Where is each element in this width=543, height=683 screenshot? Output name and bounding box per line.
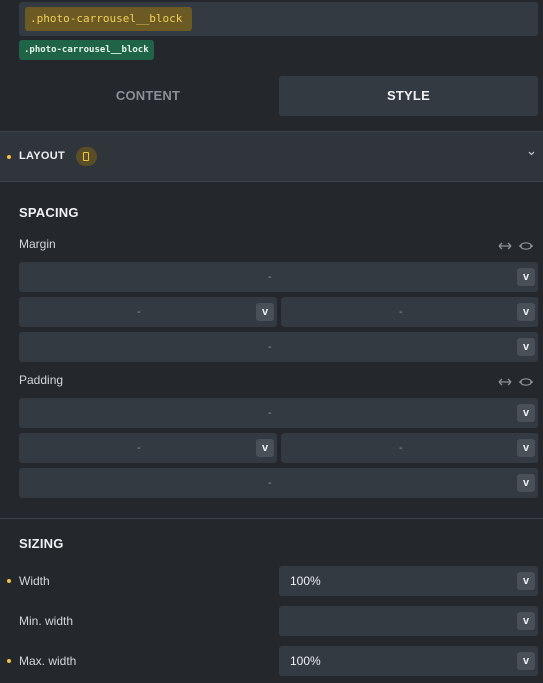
- link-arrows-icon[interactable]: [498, 241, 512, 251]
- layout-modified-dot: [7, 155, 11, 159]
- sizing-title: SIZING: [19, 536, 64, 551]
- width-modified-dot: [7, 579, 11, 583]
- width-input[interactable]: 100% v: [279, 566, 538, 596]
- class-tag[interactable]: .photo-carrousel__block: [19, 40, 154, 60]
- margin-right-unit-button[interactable]: v: [517, 303, 535, 321]
- padding-left-input[interactable]: - v: [19, 433, 277, 463]
- min-width-unit-button[interactable]: v: [517, 612, 535, 630]
- max-width-label: Max. width: [19, 654, 77, 668]
- padding-top-unit-button[interactable]: v: [517, 404, 535, 422]
- mobile-icon: [76, 147, 97, 166]
- layout-title: LAYOUT: [19, 150, 66, 162]
- section-divider: [0, 518, 543, 519]
- padding-bottom-input[interactable]: - v: [19, 468, 538, 498]
- tab-content[interactable]: CONTENT: [19, 76, 277, 116]
- padding-right-input[interactable]: - v: [281, 433, 538, 463]
- margin-bottom-unit-button[interactable]: v: [517, 338, 535, 356]
- padding-label: Padding: [19, 373, 64, 387]
- padding-left-unit-button[interactable]: v: [256, 439, 274, 457]
- padding-top-input[interactable]: - v: [19, 398, 538, 428]
- chevron-down-icon[interactable]: [528, 150, 535, 157]
- margin-top-unit-button[interactable]: v: [517, 268, 535, 286]
- width-label: Width: [19, 574, 50, 588]
- margin-right-input[interactable]: - v: [281, 297, 538, 327]
- link-arrows-icon[interactable]: [498, 377, 512, 387]
- unlink-icon[interactable]: [519, 241, 533, 251]
- margin-top-input[interactable]: - v: [19, 262, 538, 292]
- min-width-input[interactable]: v: [279, 606, 538, 636]
- max-width-modified-dot: [7, 659, 11, 663]
- padding-right-unit-button[interactable]: v: [517, 439, 535, 457]
- max-width-input[interactable]: 100% v: [279, 646, 538, 676]
- unlink-icon[interactable]: [519, 377, 533, 387]
- spacing-title: SPACING: [19, 205, 79, 220]
- width-unit-button[interactable]: v: [517, 572, 535, 590]
- max-width-unit-button[interactable]: v: [517, 652, 535, 670]
- margin-left-unit-button[interactable]: v: [256, 303, 274, 321]
- margin-left-input[interactable]: - v: [19, 297, 277, 327]
- padding-bottom-unit-button[interactable]: v: [517, 474, 535, 492]
- selector-chip[interactable]: .photo-carrousel__block: [25, 7, 193, 31]
- tab-style[interactable]: STYLE: [279, 76, 538, 116]
- margin-bottom-input[interactable]: - v: [19, 332, 538, 362]
- min-width-label: Min. width: [19, 614, 74, 628]
- margin-label: Margin: [19, 237, 56, 251]
